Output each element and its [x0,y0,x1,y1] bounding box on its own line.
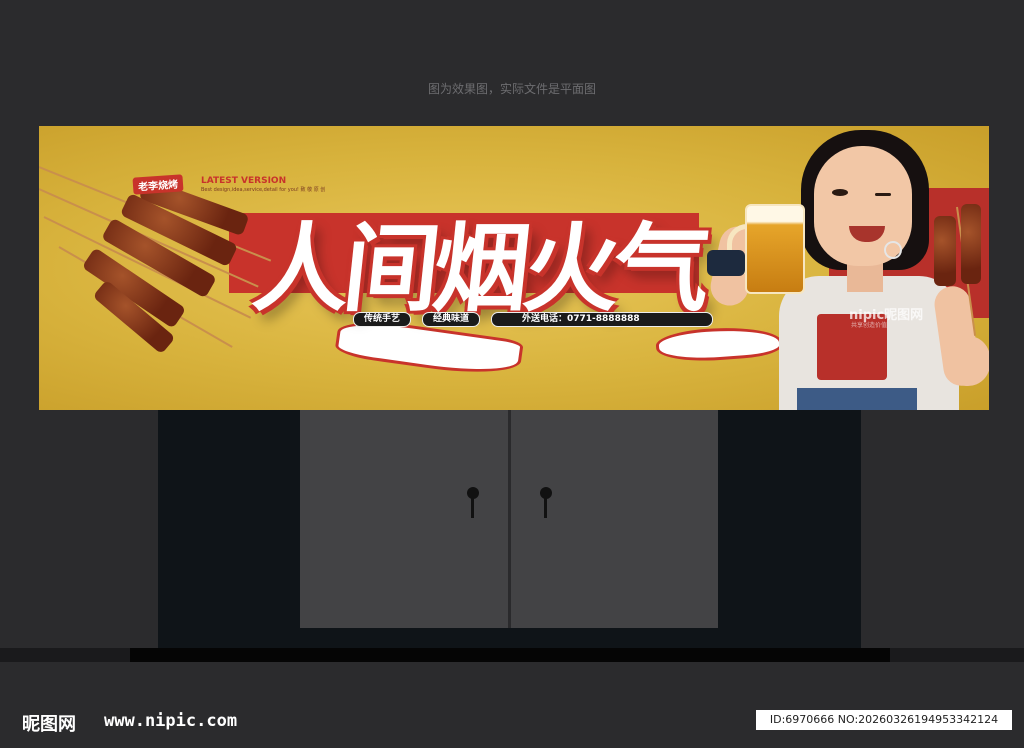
earring [884,241,902,259]
skewer-meat-right [961,204,981,284]
woman-hand-right [944,336,989,386]
headline: 人间烟火气 [248,212,710,325]
smartwatch [707,250,745,276]
beer-mug [745,204,805,294]
pill-delivery-phone: 外送电话：0771-8888888 [491,312,713,327]
image-id-line: ID:6970666 NO:20260326194953342124 [756,710,1012,730]
cabinet-knob-right-stem [544,498,547,518]
woman-jeans [797,388,917,410]
cabinet-base [300,628,718,648]
preview-caption: 图为效果图，实际文件是平面图 [427,82,596,96]
floor-shadow [130,648,890,662]
woman-eye-open [832,189,848,196]
bbq-banner: 老李烧烤 LATEST VERSION Best design,idea,ser… [39,126,989,410]
pill-craft: 传统手艺 [353,312,412,327]
pill-flavor: 经典味道 [422,312,481,327]
nipic-logo: 昵图网 [22,714,76,735]
cabinet-knob-left-stem [471,498,474,518]
nipic-watermark-sub: 共享创造价值 [851,322,888,329]
skewer-meat-right [934,216,956,286]
stand-left-panel [158,410,300,648]
site-url[interactable]: www.nipic.com [104,711,237,731]
cabinet-door-divider [508,410,511,628]
woman-eye-wink [875,193,891,196]
woman-neck [847,262,883,292]
brand-badge: 老李烧烤 [132,174,184,195]
stand-right-panel [718,410,861,648]
